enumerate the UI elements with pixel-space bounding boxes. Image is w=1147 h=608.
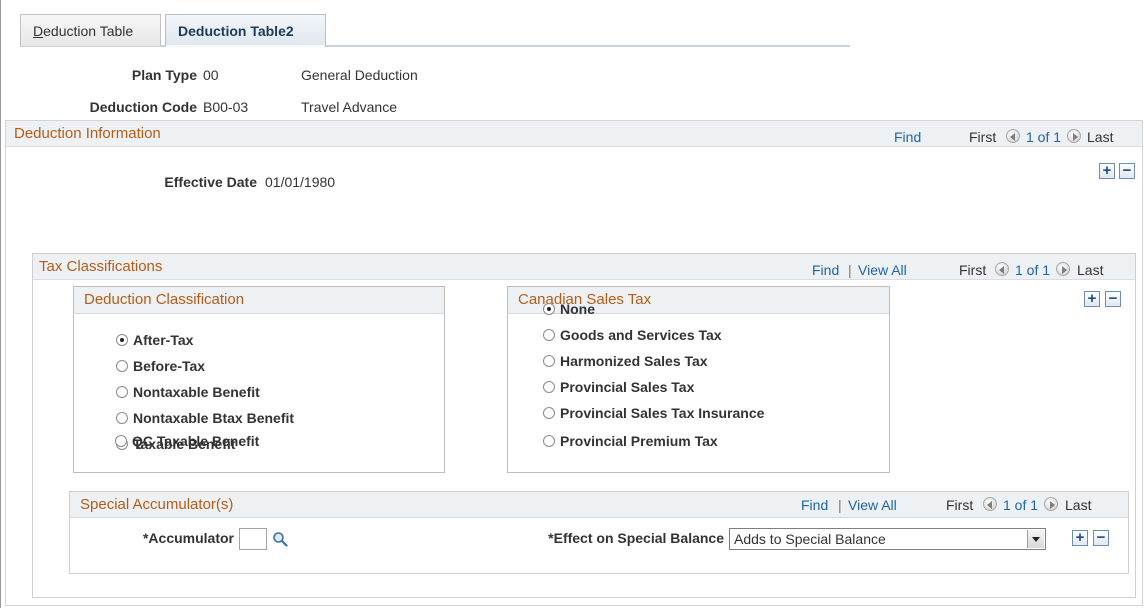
add-row-button[interactable]: + — [1099, 163, 1115, 179]
radio-unselected-icon[interactable] — [543, 355, 555, 367]
deduction-info-count: 1 of 1 — [1026, 129, 1062, 145]
delete-row-button[interactable]: − — [1093, 530, 1109, 546]
tax-class-view-all-link[interactable]: View All — [858, 262, 907, 278]
plan-type-description: General Deduction — [301, 67, 418, 83]
radio-label: After-Tax — [133, 332, 194, 348]
radio-unselected-icon[interactable] — [543, 329, 555, 341]
deduction-info-last: Last — [1087, 129, 1114, 145]
tab-deduction-table[interactable]: Deduction Table — [20, 14, 161, 46]
radio-label: Before-Tax — [133, 358, 206, 374]
previous-row-icon[interactable] — [995, 262, 1009, 276]
tax-class-last: Last — [1077, 262, 1104, 278]
radio-label: Nontaxable Benefit — [133, 384, 260, 400]
effective-date-value: 01/01/1980 — [265, 174, 336, 190]
deduction-information-title: Deduction Information — [14, 125, 161, 142]
effect-on-special-balance-label: *Effect on Special Balance — [548, 530, 724, 546]
tax-classifications-title: Tax Classifications — [39, 258, 163, 275]
radio-goods-and-services-tax[interactable]: Goods and Services Tax — [543, 327, 722, 343]
special-acc-view-all-link[interactable]: View All — [848, 497, 897, 513]
tab-label: Deduction Table2 — [178, 23, 294, 39]
deduction-code-value: B00-03 — [203, 99, 249, 115]
previous-row-icon[interactable] — [983, 497, 997, 511]
plan-type-value: 00 — [203, 67, 219, 83]
radio-none[interactable]: None — [543, 301, 595, 317]
radio-provincial-sales-tax-insurance[interactable]: Provincial Sales Tax Insurance — [543, 405, 764, 421]
radio-unselected-icon[interactable] — [116, 412, 128, 424]
radio-unselected-icon[interactable] — [116, 360, 128, 372]
add-row-button[interactable]: + — [1084, 291, 1100, 307]
lookup-magnifier-icon[interactable] — [272, 531, 288, 547]
radio-label: None — [560, 301, 595, 317]
radio-label: Provincial Sales Tax Insurance — [560, 405, 765, 421]
deduction-information-header: Deduction Information Find First 1 of 1 … — [6, 121, 1142, 147]
radio-unselected-icon[interactable] — [543, 381, 555, 393]
accumulator-input[interactable] — [239, 528, 267, 550]
tax-class-count: 1 of 1 — [1015, 262, 1051, 278]
dropdown-arrow-icon[interactable] — [1027, 530, 1044, 548]
deduction-code-label: Deduction Code — [89, 99, 197, 115]
tab-label-rest: eduction Table — [43, 23, 134, 39]
tax-class-find-link[interactable]: Find — [812, 262, 839, 278]
next-row-icon[interactable] — [1044, 497, 1058, 511]
special-accumulators-title: Special Accumulator(s) — [80, 496, 234, 513]
radio-selected-icon[interactable] — [116, 334, 128, 346]
effect-on-special-balance-select[interactable]: Adds to Special Balance — [729, 528, 1046, 550]
radio-unselected-icon[interactable] — [116, 386, 128, 398]
effective-date-label: Effective Date — [164, 174, 257, 190]
radio-label: QC Taxable Benefit — [132, 433, 260, 449]
delete-row-button[interactable]: − — [1119, 163, 1135, 179]
previous-row-icon[interactable] — [1006, 129, 1020, 143]
radio-nontaxable-btax-benefit[interactable]: Nontaxable Btax Benefit — [116, 410, 294, 426]
radio-qc-taxable-benefit[interactable]: QC Taxable Benefit — [115, 433, 259, 449]
radio-provincial-sales-tax[interactable]: Provincial Sales Tax — [543, 379, 694, 395]
radio-label: Harmonized Sales Tax — [560, 353, 708, 369]
tax-classifications-header: Tax Classifications Find | View All Firs… — [33, 254, 1135, 280]
special-acc-first: First — [946, 497, 974, 513]
special-acc-separator: | — [838, 497, 842, 513]
tax-class-first: First — [959, 262, 987, 278]
radio-provincial-premium-tax[interactable]: Provincial Premium Tax — [543, 433, 718, 449]
deduction-info-first: First — [969, 129, 997, 145]
radio-label: Provincial Sales Tax — [560, 379, 695, 395]
special-acc-last: Last — [1065, 497, 1092, 513]
radio-after-tax[interactable]: After-Tax — [116, 332, 193, 348]
radio-label: Provincial Premium Tax — [560, 433, 718, 449]
radio-before-tax[interactable]: Before-Tax — [116, 358, 205, 374]
tab-accel-letter: D — [33, 23, 44, 39]
tax-class-separator: | — [848, 262, 852, 278]
deduction-classification-title: Deduction Classification — [84, 291, 245, 308]
plan-type-label: Plan Type — [131, 67, 197, 83]
next-row-icon[interactable] — [1056, 262, 1070, 276]
tab-active-gap — [166, 45, 325, 47]
delete-row-button[interactable]: − — [1105, 291, 1121, 307]
radio-selected-icon[interactable] — [543, 303, 555, 315]
deduction-info-find-link[interactable]: Find — [894, 129, 921, 145]
tab-deduction-table2[interactable]: Deduction Table2 — [165, 14, 326, 46]
special-acc-count: 1 of 1 — [1003, 497, 1039, 513]
radio-nontaxable-benefit[interactable]: Nontaxable Benefit — [116, 384, 260, 400]
radio-unselected-icon[interactable] — [543, 407, 555, 419]
special-acc-find-link[interactable]: Find — [801, 497, 828, 513]
radio-unselected-icon[interactable] — [115, 435, 127, 447]
radio-label: Nontaxable Btax Benefit — [133, 410, 295, 426]
next-row-icon[interactable] — [1067, 129, 1081, 143]
add-row-button[interactable]: + — [1072, 530, 1088, 546]
accumulator-label: *Accumulator — [142, 530, 234, 546]
select-value: Adds to Special Balance — [734, 531, 886, 547]
radio-label: Goods and Services Tax — [560, 327, 722, 343]
radio-unselected-icon[interactable] — [543, 435, 555, 447]
radio-harmonized-sales-tax[interactable]: Harmonized Sales Tax — [543, 353, 708, 369]
deduction-classification-header: Deduction Classification — [74, 287, 444, 314]
deduction-code-description: Travel Advance — [301, 99, 397, 115]
